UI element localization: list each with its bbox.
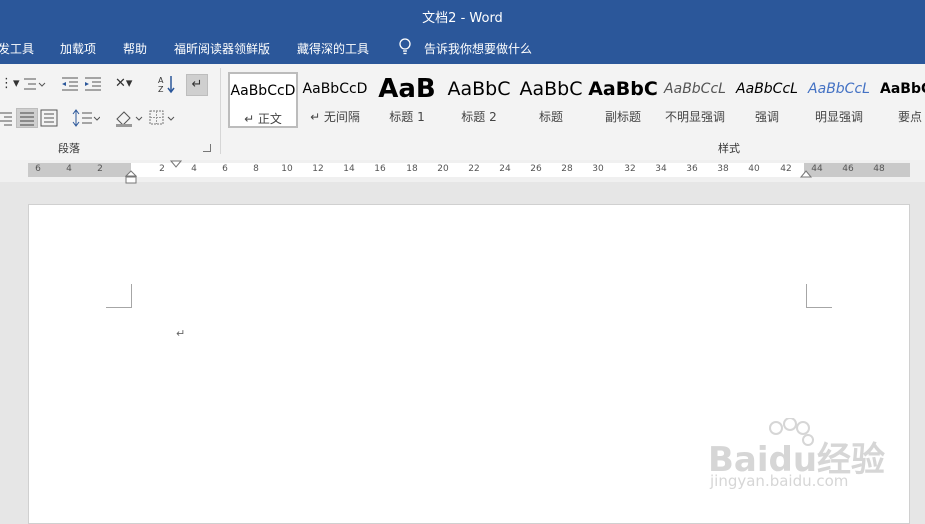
borders-icon[interactable]: [148, 109, 178, 131]
style-heading-2-sample: AaBbC: [447, 78, 511, 100]
svg-text:Z: Z: [158, 85, 164, 94]
group-divider: [220, 68, 221, 154]
window-title: 文档2 - Word: [422, 11, 503, 26]
ruler-number: 14: [343, 164, 355, 174]
styles-group-label: 样式: [718, 142, 740, 155]
style-intense-emphasis-label: 明显强调: [814, 110, 863, 124]
decrease-indent-icon[interactable]: [60, 76, 80, 96]
align-right-icon[interactable]: [0, 110, 12, 130]
style-title-sample: AaBbC: [519, 78, 583, 100]
style-heading-2-label: 标题 2: [461, 110, 497, 124]
style-title-label: 标题: [538, 110, 563, 124]
style-heading-1-label: 标题 1: [389, 110, 425, 124]
ruler-number: 34: [655, 164, 667, 174]
multilevel-list-icon[interactable]: [22, 76, 46, 96]
ribbon: ⋮▾ ✕▾ AZ ↵ 段落 AaBbCcD ↵ 正文 AaBbCcD ↵ 无间隔: [0, 64, 925, 161]
ruler-number: 48: [873, 164, 885, 174]
sort-icon[interactable]: AZ: [157, 74, 177, 98]
style-no-spacing-label: ↵ 无间隔: [310, 110, 360, 124]
ruler-number: 18: [406, 164, 418, 174]
watermark-url: jingyan.baidu.com: [710, 472, 849, 490]
ruler-number: 26: [530, 164, 542, 174]
style-heading-1-sample: AaB: [378, 74, 436, 104]
title-bar: 文档2 - Word: [0, 0, 925, 30]
style-title[interactable]: AaBbC 标题: [516, 72, 586, 128]
style-normal[interactable]: AaBbCcD ↵ 正文: [228, 72, 298, 128]
style-no-spacing[interactable]: AaBbCcD ↵ 无间隔: [300, 72, 370, 128]
ruler-number: 8: [253, 164, 259, 174]
ruler-number: 4: [66, 164, 72, 174]
ruler-number: 46: [842, 164, 854, 174]
style-subtle-emphasis-label: 不明显强调: [664, 110, 725, 124]
style-subtle-emphasis[interactable]: AaBbCcL 不明显强调: [660, 72, 730, 128]
ruler-number: 12: [312, 164, 324, 174]
distributed-icon[interactable]: [40, 109, 58, 131]
paragraph-mark: ↵: [176, 327, 186, 340]
style-strong[interactable]: AaBbC 要点: [876, 72, 925, 128]
ruler-number: 24: [499, 164, 511, 174]
ruler-number: 22: [468, 164, 480, 174]
svg-text:A: A: [158, 76, 164, 85]
ruler-number: 36: [686, 164, 698, 174]
ruler-number: 4: [191, 164, 197, 174]
increase-indent-icon[interactable]: [83, 76, 103, 96]
first-line-indent-marker-icon[interactable]: [170, 160, 182, 168]
line-spacing-icon[interactable]: [72, 109, 101, 131]
style-intense-emphasis-sample: AaBbCcL: [808, 81, 870, 97]
style-emphasis-sample: AaBbCcL: [736, 81, 798, 97]
ruler-number: 42: [780, 164, 792, 174]
paragraph-group-label: 段落: [58, 142, 80, 155]
tell-me-lightbulb-icon: [398, 38, 412, 59]
chinese-layout-icon[interactable]: ✕▾: [115, 76, 132, 91]
style-no-spacing-sample: AaBbCcD: [302, 81, 368, 97]
ruler-number: 10: [281, 164, 293, 174]
style-heading-2[interactable]: AaBbC 标题 2: [444, 72, 514, 128]
ruler-number: 6: [222, 164, 228, 174]
ruler-number: 20: [437, 164, 449, 174]
bullets-dropdown-icon[interactable]: ⋮▾: [0, 76, 20, 91]
menu-foxit-reader[interactable]: 福昕阅读器领鲜版: [174, 40, 270, 57]
menu-addins[interactable]: 加载项: [60, 40, 96, 57]
crop-mark-right: [806, 284, 832, 308]
ruler-number: 16: [374, 164, 386, 174]
ruler-number: 28: [561, 164, 573, 174]
menu-developer[interactable]: 发工具: [0, 40, 34, 57]
right-indent-marker-icon[interactable]: [800, 170, 812, 178]
style-normal-sample: AaBbCcD: [230, 83, 296, 99]
ruler-number: 2: [97, 164, 103, 174]
ruler-number: 6: [35, 164, 41, 174]
style-emphasis-label: 强调: [754, 110, 779, 124]
justify-icon[interactable]: [16, 108, 38, 128]
style-intense-emphasis[interactable]: AaBbCcL 明显强调: [804, 72, 874, 128]
horizontal-ruler[interactable]: 6 4 2 2 4 6 8 10 12 14 16 18 20 22 24 26…: [0, 160, 925, 184]
show-hide-marks-icon[interactable]: ↵: [186, 74, 208, 96]
paragraph-dialog-launcher-icon[interactable]: [203, 144, 211, 152]
style-emphasis[interactable]: AaBbCcL 强调: [732, 72, 802, 128]
ruler-number: 2: [159, 164, 165, 174]
crop-mark-left: [106, 284, 132, 308]
style-subtitle-label: 副标题: [604, 110, 641, 124]
baidu-watermark: Baidu经验 jingyan.baidu.com: [708, 417, 908, 498]
menu-hidden-tools[interactable]: 藏得深的工具: [297, 40, 369, 57]
ruler-number: 30: [592, 164, 604, 174]
tell-me-search[interactable]: 告诉我你想要做什么: [424, 40, 532, 57]
ruler-number: 38: [717, 164, 729, 174]
ruler-number: 40: [748, 164, 760, 174]
ruler-number: 32: [624, 164, 636, 174]
style-normal-label: ↵ 正文: [244, 112, 282, 126]
style-strong-label: 要点: [898, 110, 923, 124]
style-subtitle[interactable]: AaBbC 副标题: [588, 72, 658, 128]
style-heading-1[interactable]: AaB 标题 1: [372, 72, 442, 128]
style-strong-sample: AaBbC: [880, 81, 925, 97]
menu-help[interactable]: 帮助: [123, 40, 147, 57]
style-subtle-emphasis-sample: AaBbCcL: [664, 81, 726, 97]
shading-icon[interactable]: [114, 109, 144, 131]
style-subtitle-sample: AaBbC: [588, 78, 658, 100]
menu-bar: 发工具 加载项 帮助 福昕阅读器领鲜版 藏得深的工具 告诉我你想要做什么: [0, 30, 925, 64]
hanging-indent-marker-icon[interactable]: [125, 170, 137, 184]
